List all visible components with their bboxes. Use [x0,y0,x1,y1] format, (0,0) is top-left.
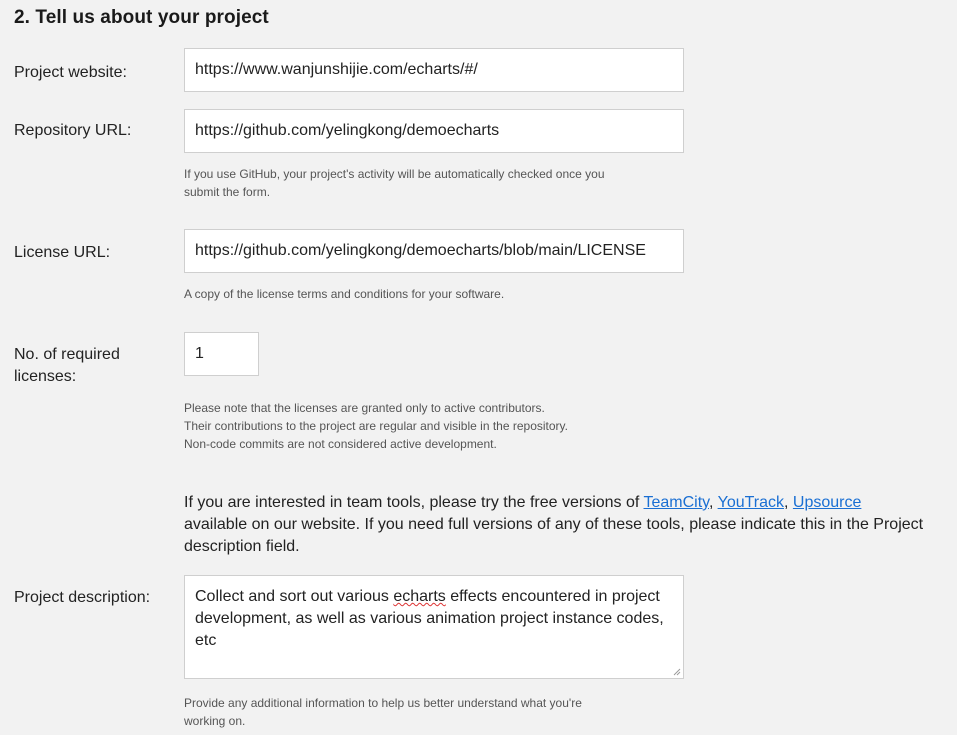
repository-hint-line-2: submit the form. [184,185,271,199]
required-licenses-label-line-2: licenses: [14,368,77,385]
licenses-hint-line-2: Their contributions to the project are r… [184,419,568,433]
licenses-hint-line-1: Please note that the licenses are grante… [184,401,545,415]
project-website-label: Project website: [14,64,127,81]
repository-url-input[interactable] [184,109,684,153]
upsource-link[interactable]: Upsource [793,494,861,511]
link-separator: , [709,494,718,511]
licenses-hint: Please note that the licenses are grante… [184,399,568,453]
repository-url-label: Repository URL: [14,122,132,139]
team-tools-note-suffix: available on our website. If you need fu… [184,516,924,555]
teamcity-link[interactable]: TeamCity [644,494,710,511]
resize-grip-icon[interactable] [673,668,681,676]
description-hint: Provide any additional information to he… [184,694,582,730]
description-hint-line-2: working on. [184,714,246,728]
project-description-textarea[interactable]: Collect and sort out various echarts eff… [184,575,684,679]
required-licenses-label-line-1: No. of required [14,346,120,363]
description-text-start: Collect and sort out various [195,588,394,605]
link-separator: , [784,494,793,511]
youtrack-link[interactable]: YouTrack [718,494,784,511]
required-licenses-label: No. of required licenses: [14,344,120,388]
project-description-label: Project description: [14,589,151,606]
team-tools-note: If you are interested in team tools, ple… [184,492,924,558]
repository-hint-line-1: If you use GitHub, your project's activi… [184,167,605,181]
project-website-input[interactable] [184,48,684,92]
license-url-label: License URL: [14,244,111,261]
licenses-hint-line-3: Non-code commits are not considered acti… [184,437,497,451]
license-url-input[interactable] [184,229,684,273]
team-tools-note-prefix: If you are interested in team tools, ple… [184,494,644,511]
license-hint: A copy of the license terms and conditio… [184,287,505,301]
description-misspelled-word: echarts [393,588,446,605]
repository-hint: If you use GitHub, your project's activi… [184,165,605,201]
required-licenses-input[interactable] [184,332,259,376]
section-heading: 2. Tell us about your project [14,7,269,28]
description-hint-line-1: Provide any additional information to he… [184,696,582,710]
